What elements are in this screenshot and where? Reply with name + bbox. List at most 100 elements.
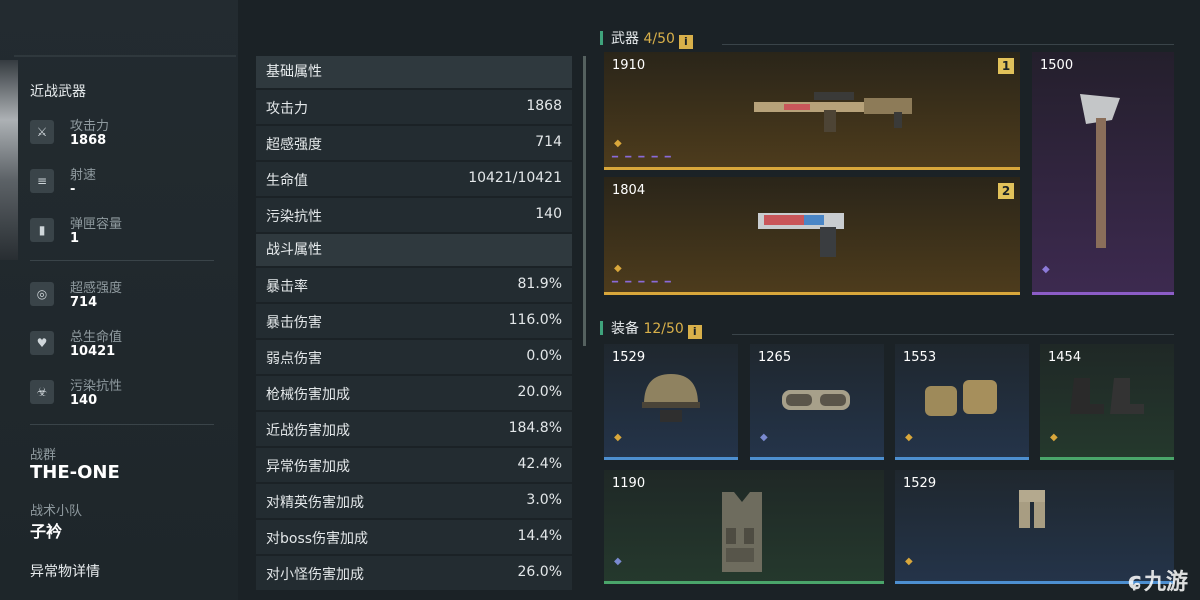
divider: [30, 260, 214, 261]
rarity-diamond-icon: ◆: [760, 432, 768, 443]
weapon-card-secondary[interactable]: 1804 2 ◆ ━ ━ ━ ━ ━: [604, 177, 1020, 295]
divider: [732, 334, 1174, 335]
upgrade-dashes: ━ ━ ━ ━ ━: [612, 152, 673, 163]
attr-row: 弱点伤害 0.0%: [256, 340, 572, 374]
psi-intensity-icon: ◎: [30, 282, 54, 306]
attr-name: 暴击率: [266, 279, 308, 295]
rarity-diamond-icon: ◆: [614, 263, 622, 274]
gloves-icon: [925, 380, 997, 416]
gear-card-boots[interactable]: 1454 ◆: [1040, 344, 1174, 460]
attr-value: 10421/10421: [468, 170, 562, 186]
attr-value: 14.4%: [517, 528, 562, 544]
attr-value: 184.8%: [508, 420, 562, 436]
rarity-edge: [604, 457, 738, 460]
stat-total-health: ♥ 总生命值 10421: [30, 327, 230, 367]
attr-row: 暴击率 81.9%: [256, 268, 572, 302]
watermark-text: 九游: [1143, 570, 1188, 595]
attr-value: 714: [535, 134, 562, 150]
attr-name: 超感强度: [266, 137, 322, 153]
gear-card-gloves[interactable]: 1553 ◆: [895, 344, 1029, 460]
accent-bar: [600, 31, 603, 45]
war-group-value[interactable]: THE-ONE: [30, 462, 120, 483]
gear-card-goggles[interactable]: 1265 ◆: [750, 344, 884, 460]
attr-row: 污染抗性 140: [256, 198, 572, 232]
attack-icon: ⚔: [30, 120, 54, 144]
power-rating: 1454: [1048, 350, 1082, 365]
attr-row: 对boss伤害加成 14.4%: [256, 520, 572, 554]
gear-card-vest[interactable]: 1190 ◆: [604, 470, 884, 584]
helmet-icon: [642, 374, 700, 422]
watermark-logo: ɕ九游: [1128, 564, 1188, 596]
attr-value: 42.4%: [517, 456, 562, 472]
anomaly-details-link[interactable]: 异常物详情: [30, 561, 100, 581]
attr-row: 异常伤害加成 42.4%: [256, 448, 572, 482]
attr-value: 140: [535, 206, 562, 222]
rarity-diamond-icon: ◆: [614, 556, 622, 567]
divider: [722, 44, 1174, 45]
stat-value: 10421: [70, 344, 116, 359]
attr-value: 116.0%: [508, 312, 562, 328]
weapons-label: 武器: [611, 31, 639, 47]
war-group-label: 战群: [30, 448, 57, 463]
slot-badge: 1: [998, 58, 1014, 74]
attr-row: 超感强度 714: [256, 126, 572, 160]
info-icon[interactable]: i: [687, 325, 702, 339]
info-icon[interactable]: i: [678, 35, 693, 49]
attr-name: 异常伤害加成: [266, 459, 350, 475]
magazine-icon: ▮: [30, 218, 54, 242]
power-rating: 1529: [903, 476, 937, 491]
rarity-diamond-icon: ◆: [1050, 432, 1058, 443]
stat-value: -: [70, 182, 76, 197]
power-rating: 1265: [758, 350, 792, 365]
power-rating: 1529: [612, 350, 646, 365]
attr-name: 攻击力: [266, 101, 308, 117]
rarity-diamond-icon: ◆: [905, 556, 913, 567]
attr-name: 枪械伤害加成: [266, 387, 350, 403]
attr-row: 攻击力 1868: [256, 90, 572, 124]
stat-psi-intensity: ◎ 超感强度 714: [30, 278, 230, 318]
tactical-vest-icon: [722, 492, 762, 572]
rarity-edge: [604, 167, 1020, 170]
weapons-section-title: 武器 4/50 i: [600, 28, 693, 49]
weapon-card-primary[interactable]: 1910 1 ◆ ━ ━ ━ ━ ━: [604, 52, 1020, 170]
stat-label: 总生命值: [70, 330, 123, 345]
divider: [30, 424, 214, 425]
power-rating: 1804: [612, 183, 646, 198]
stat-label: 射速: [70, 168, 97, 183]
upgrade-dashes: ━ ━ ━ ━ ━: [612, 277, 673, 288]
accent-bar: [600, 321, 603, 335]
squad-label: 战术小队: [30, 504, 83, 519]
squad-value[interactable]: 子衿: [30, 518, 62, 542]
power-rating: 1553: [903, 350, 937, 365]
attr-name: 暴击伤害: [266, 315, 322, 331]
combat-attributes-header: 战斗属性: [256, 234, 572, 266]
stat-magazine: ▮ 弹匣容量 1: [30, 214, 230, 254]
stat-label: 攻击力: [70, 119, 110, 134]
stat-attack: ⚔ 攻击力 1868: [30, 116, 230, 156]
pants-icon: [1019, 490, 1045, 528]
attr-row: 暴击伤害 116.0%: [256, 304, 572, 338]
attr-name: 近战伤害加成: [266, 423, 350, 439]
rarity-edge: [895, 457, 1029, 460]
stat-fire-rate: ≡ 射速 -: [30, 165, 230, 205]
rarity-edge: [1032, 292, 1174, 295]
goggles-icon: [782, 390, 850, 410]
heart-icon: ♥: [30, 331, 54, 355]
rarity-diamond-icon: ◆: [1042, 264, 1050, 275]
attr-row: 对小怪伤害加成 26.0%: [256, 556, 572, 590]
stat-label: 超感强度: [70, 281, 123, 296]
gear-label: 装备: [611, 321, 639, 337]
attributes-panel[interactable]: 基础属性 攻击力 1868 超感强度 714 生命值 10421/10421 污染抗性…: [256, 56, 572, 600]
attr-row: 枪械伤害加成 20.0%: [256, 376, 572, 410]
gear-card-helmet[interactable]: 1529 ◆: [604, 344, 738, 460]
gear-section-title: 装备 12/50 i: [600, 318, 702, 339]
stat-label: 污染抗性: [70, 379, 123, 394]
scrollbar[interactable]: [583, 56, 586, 346]
basic-attributes-header: 基础属性: [256, 56, 572, 88]
stat-pollution-resistance: ☣ 污染抗性 140: [30, 376, 230, 416]
gear-count: 12/50: [643, 321, 684, 337]
slot-badge: 2: [998, 183, 1014, 199]
rarity-diamond-icon: ◆: [905, 432, 913, 443]
weapon-card-melee[interactable]: 1500 ◆: [1032, 52, 1174, 295]
jiuyou-logo-icon: ɕ: [1127, 567, 1142, 595]
